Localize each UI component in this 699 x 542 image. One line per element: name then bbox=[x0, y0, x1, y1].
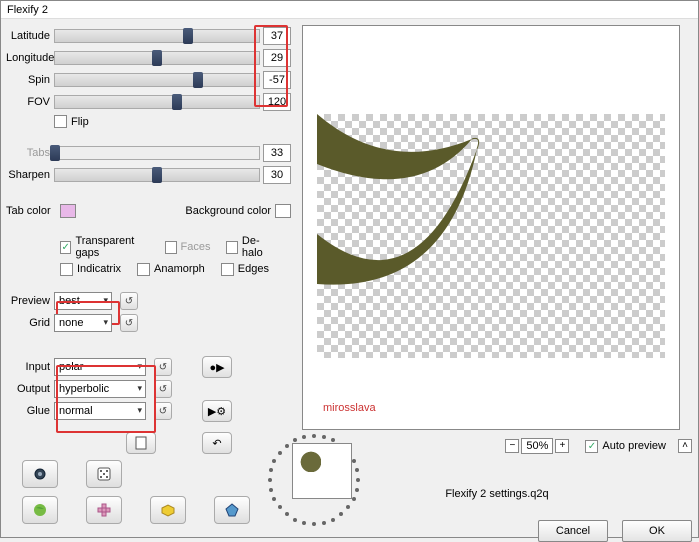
autopreview-label: Auto preview bbox=[602, 440, 666, 452]
highlight-values bbox=[254, 25, 288, 107]
glue-reset-icon[interactable]: ↺ bbox=[154, 402, 172, 420]
sharpen-value[interactable]: 30 bbox=[263, 166, 291, 184]
collapse-button[interactable]: ˄ bbox=[678, 439, 692, 453]
highlight-io bbox=[56, 365, 156, 433]
indicatrix-checkbox[interactable] bbox=[60, 263, 73, 276]
tabs-slider[interactable] bbox=[54, 146, 260, 160]
unfold-icon[interactable] bbox=[86, 496, 122, 524]
flip-label: Flip bbox=[71, 116, 89, 128]
glue-label: Glue bbox=[6, 405, 54, 417]
input-reset-icon[interactable]: ↺ bbox=[154, 358, 172, 376]
faces-checkbox[interactable] bbox=[165, 241, 176, 254]
flip-checkbox[interactable] bbox=[54, 115, 67, 128]
play-gear-icon[interactable]: ▶⚙ bbox=[202, 400, 232, 422]
ok-button[interactable]: OK bbox=[622, 520, 692, 542]
bgcolor-label: Background color bbox=[185, 205, 271, 217]
preview-label: Preview bbox=[6, 295, 54, 307]
orbit-thumbnail[interactable] bbox=[292, 443, 352, 499]
anamorph-checkbox[interactable] bbox=[137, 263, 150, 276]
preview-image[interactable] bbox=[317, 114, 665, 358]
grid-reset-icon[interactable]: ↺ bbox=[120, 314, 138, 332]
zoom-in-button[interactable]: + bbox=[555, 439, 569, 453]
dehalo-label: De-halo bbox=[242, 235, 275, 259]
anamorph-label: Anamorph bbox=[154, 263, 205, 275]
grid-select[interactable]: none bbox=[54, 314, 112, 332]
output-reset-icon[interactable]: ↺ bbox=[154, 380, 172, 398]
transparent-gaps-label: Transparent gaps bbox=[75, 235, 149, 259]
tabcolor-label: Tab color bbox=[6, 205, 56, 217]
sharpen-slider[interactable] bbox=[54, 168, 260, 182]
undo-icon[interactable]: ↶ bbox=[202, 432, 232, 454]
tabs-label: Tabs bbox=[6, 147, 54, 159]
dice-icon[interactable] bbox=[86, 460, 122, 488]
dehalo-checkbox[interactable] bbox=[226, 241, 237, 254]
tabs-value[interactable]: 33 bbox=[263, 144, 291, 162]
autopreview-checkbox[interactable] bbox=[585, 440, 598, 453]
record-play-icon[interactable]: ●▶ bbox=[202, 356, 232, 378]
grid-label: Grid bbox=[6, 317, 54, 329]
globe-icon[interactable] bbox=[22, 496, 58, 524]
signature: mirosslava bbox=[323, 402, 679, 414]
lens-icon[interactable] bbox=[22, 460, 58, 488]
indicatrix-label: Indicatrix bbox=[77, 263, 121, 275]
cancel-button[interactable]: Cancel bbox=[538, 520, 608, 542]
latitude-label: Latitude bbox=[6, 30, 54, 42]
document-icon[interactable] bbox=[126, 432, 156, 454]
spin-label: Spin bbox=[6, 74, 54, 86]
longitude-slider[interactable] bbox=[54, 51, 260, 65]
edges-label: Edges bbox=[238, 263, 269, 275]
zoom-out-button[interactable]: − bbox=[505, 439, 519, 453]
input-label: Input bbox=[6, 361, 54, 373]
output-label: Output bbox=[6, 383, 54, 395]
latitude-slider[interactable] bbox=[54, 29, 260, 43]
brick-icon[interactable] bbox=[150, 496, 186, 524]
edges-checkbox[interactable] bbox=[221, 263, 234, 276]
settings-filename: Flexify 2 settings.q2q bbox=[445, 488, 548, 500]
longitude-label: Longitude bbox=[6, 52, 54, 64]
fov-slider[interactable] bbox=[54, 95, 260, 109]
fov-label: FOV bbox=[6, 96, 54, 108]
preview-panel: mirosslava bbox=[302, 25, 680, 430]
faces-label: Faces bbox=[181, 241, 211, 253]
sharpen-label: Sharpen bbox=[6, 169, 54, 181]
transparent-gaps-checkbox[interactable] bbox=[60, 241, 71, 254]
spin-slider[interactable] bbox=[54, 73, 260, 87]
bgcolor-swatch[interactable] bbox=[275, 204, 291, 218]
tabcolor-swatch[interactable] bbox=[60, 204, 76, 218]
gem-icon[interactable] bbox=[214, 496, 250, 524]
window-title: Flexify 2 bbox=[1, 1, 698, 19]
zoom-value[interactable]: 50% bbox=[521, 438, 553, 454]
preview-reset-icon[interactable]: ↺ bbox=[120, 292, 138, 310]
